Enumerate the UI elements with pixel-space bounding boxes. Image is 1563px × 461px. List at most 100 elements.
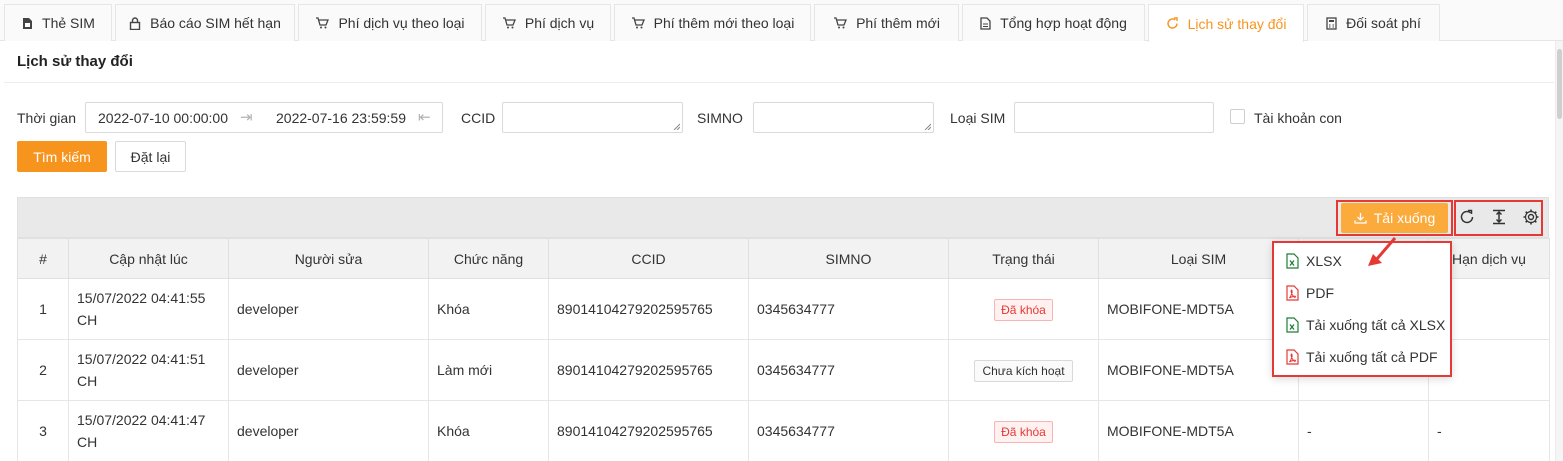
tab-new-fee[interactable]: Phí thêm mới — [814, 4, 959, 41]
cell-index: 3 — [17, 400, 69, 461]
menu-item-label: Tải xuống tất cả XLSX — [1306, 317, 1446, 333]
tab-expired-sim-report[interactable]: Báo cáo SIM hết hạn — [115, 4, 295, 41]
simno-label: SIMNO — [697, 110, 743, 126]
cell-index: 1 — [17, 278, 69, 340]
pdf-file-icon — [1286, 285, 1299, 301]
col-header-status[interactable]: Trạng thái — [948, 238, 1099, 279]
excel-file-icon — [1286, 317, 1299, 333]
tab-label: Phí dịch vụ — [524, 15, 595, 31]
arrow-left-icon: ⇤ — [418, 109, 431, 126]
date-to-input[interactable]: 2022-07-16 23:59:59 — [276, 110, 406, 126]
cell-sim-type: MOBIFONE-MDT5A — [1098, 400, 1299, 461]
cell-function: Khóa — [428, 278, 549, 340]
resize-handle-icon[interactable] — [924, 123, 931, 130]
tab-bar: Thẻ SIM Báo cáo SIM hết hạn Phí dịch vụ … — [0, 0, 1563, 42]
page-title: Lịch sử thay đổi — [17, 53, 133, 70]
col-header-ccid[interactable]: CCID — [548, 238, 749, 279]
date-from-input[interactable]: 2022-07-10 00:00:00 — [98, 110, 228, 126]
ccid-input[interactable] — [502, 102, 683, 133]
tab-activity-summary[interactable]: Tổng hợp hoạt động — [962, 4, 1145, 41]
cell-simno: 0345634777 — [748, 400, 949, 461]
cell-updated-at: 15/07/2022 04:41:55 CH — [68, 278, 229, 340]
tab-label: Phí thêm mới theo loại — [653, 15, 795, 31]
scrollbar-thumb[interactable] — [1557, 49, 1562, 119]
simno-input[interactable] — [753, 102, 934, 133]
table-row[interactable]: 3 15/07/2022 04:41:47 CH developer Khóa … — [17, 400, 1550, 461]
menu-item-download-all-xlsx[interactable]: Tải xuống tất cả XLSX — [1286, 313, 1445, 337]
status-badge: Chưa kích hoạt — [974, 359, 1073, 382]
cell-hidden: - — [1298, 400, 1429, 461]
cell-sim-type: MOBIFONE-MDT5A — [1098, 339, 1299, 401]
col-header-index[interactable]: # — [17, 238, 69, 279]
reload-icon[interactable] — [1458, 208, 1476, 226]
cell-expiry: - — [1428, 400, 1550, 461]
menu-item-label: Tải xuống tất cả PDF — [1306, 349, 1438, 365]
col-header-simno[interactable]: SIMNO — [748, 238, 949, 279]
column-height-icon[interactable] — [1490, 208, 1508, 226]
pdf-file-icon — [1286, 349, 1299, 365]
date-range-picker[interactable]: 2022-07-10 00:00:00 ⇥ 2022-07-16 23:59:5… — [85, 102, 443, 133]
lock-icon — [129, 16, 141, 30]
tab-sim-card[interactable]: Thẻ SIM — [4, 4, 112, 41]
download-highlight-box — [1336, 200, 1453, 236]
sub-account-checkbox[interactable] — [1230, 109, 1245, 124]
col-header-editor[interactable]: Người sửa — [228, 238, 429, 279]
col-header-updated-at[interactable]: Cập nhật lúc — [68, 238, 229, 279]
cell-function: Làm mới — [428, 339, 549, 401]
refresh-icon — [1166, 17, 1178, 29]
tab-label: Đối soát phí — [1346, 15, 1421, 31]
tab-label: Tổng hợp hoạt động — [1000, 15, 1127, 31]
col-header-sim-type[interactable]: Loại SIM — [1098, 238, 1299, 279]
download-dropdown-menu: XLSX PDF Tải xuống tất cả XLSX Tải xuống… — [1272, 241, 1452, 377]
excel-file-icon — [1286, 253, 1299, 269]
tab-label: Lịch sử thay đổi — [1187, 15, 1287, 32]
reset-button[interactable]: Đặt lại — [115, 141, 186, 172]
tab-label: Thẻ SIM — [42, 15, 95, 31]
sim-type-input[interactable] — [1014, 102, 1214, 133]
menu-item-label: PDF — [1306, 285, 1334, 301]
settings-icon[interactable] — [1522, 208, 1540, 226]
tab-service-fee[interactable]: Phí dịch vụ — [485, 4, 611, 41]
col-header-function[interactable]: Chức năng — [428, 238, 549, 279]
tab-fee-reconciliation[interactable]: Đối soát phí — [1307, 4, 1440, 41]
time-label: Thời gian — [17, 110, 76, 126]
menu-item-xlsx[interactable]: XLSX — [1286, 249, 1342, 273]
sub-account-label: Tài khoản con — [1254, 110, 1342, 126]
cell-editor: developer — [228, 339, 429, 401]
sim-type-label: Loại SIM — [950, 110, 1006, 126]
search-button[interactable]: Tìm kiếm — [17, 141, 107, 172]
tab-label: Phí thêm mới — [856, 15, 940, 31]
cell-status: Đã khóa — [948, 278, 1099, 340]
cell-ccid: 89014104279202595765 — [548, 400, 749, 461]
tab-label: Phí dịch vụ theo loại — [338, 15, 465, 31]
cart-icon — [834, 17, 848, 29]
cart-icon — [631, 17, 645, 29]
menu-item-download-all-pdf[interactable]: Tải xuống tất cả PDF — [1286, 345, 1438, 369]
tab-service-fee-by-type[interactable]: Phí dịch vụ theo loại — [298, 4, 482, 41]
menu-item-label: XLSX — [1306, 253, 1342, 269]
cell-status: Chưa kích hoạt — [948, 339, 1099, 401]
cell-ccid: 89014104279202595765 — [548, 278, 749, 340]
menu-item-pdf[interactable]: PDF — [1286, 281, 1334, 305]
cell-status: Đã khóa — [948, 400, 1099, 461]
document-icon — [980, 16, 991, 30]
cell-editor: developer — [228, 278, 429, 340]
divider — [4, 82, 1554, 83]
status-badge: Đã khóa — [994, 420, 1053, 443]
arrow-right-icon: ⇥ — [240, 109, 253, 126]
cell-simno: 0345634777 — [748, 278, 949, 340]
calculator-icon — [1326, 16, 1337, 30]
cell-ccid: 89014104279202595765 — [548, 339, 749, 401]
ccid-label: CCID — [461, 110, 496, 126]
cell-sim-type: MOBIFONE-MDT5A — [1098, 278, 1299, 340]
tab-label: Báo cáo SIM hết hạn — [150, 15, 281, 31]
cell-simno: 0345634777 — [748, 339, 949, 401]
tab-change-history[interactable]: Lịch sử thay đổi — [1148, 4, 1304, 42]
cell-index: 2 — [17, 339, 69, 401]
page-scrollbar[interactable] — [1555, 41, 1563, 461]
cell-updated-at: 15/07/2022 04:41:51 CH — [68, 339, 229, 401]
sim-card-icon — [23, 17, 33, 29]
resize-handle-icon[interactable] — [673, 123, 680, 130]
cart-icon — [316, 17, 330, 29]
tab-new-fee-by-type[interactable]: Phí thêm mới theo loại — [614, 4, 811, 41]
